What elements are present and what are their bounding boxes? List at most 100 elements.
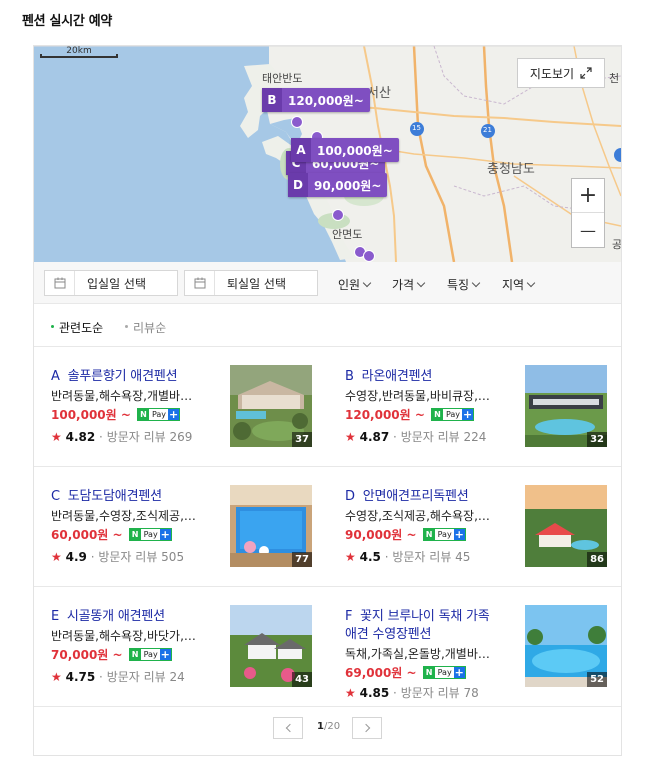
prev-page-button[interactable] bbox=[273, 717, 303, 739]
calendar-icon bbox=[185, 271, 215, 295]
listing-thumbnail[interactable]: 77 bbox=[230, 485, 312, 567]
map-scale: 20km bbox=[40, 46, 118, 58]
listing-price-line: 90,000원 ~ N Pay + bbox=[345, 526, 466, 543]
separator: · bbox=[393, 430, 397, 444]
chevron-down-icon bbox=[471, 278, 481, 287]
npay-plus-badge: N Pay + bbox=[128, 528, 172, 541]
listing-item[interactable]: B 라온애견펜션 수영장,반려동물,바비큐장,… 120,000원 ~ N Pay… bbox=[345, 348, 625, 467]
npay-pay: Pay bbox=[143, 650, 158, 659]
map[interactable]: 20km 태안반도 서산 충청남도 안면도 천 공 태 15 21 B 120,… bbox=[34, 46, 621, 262]
listing-thumbnail[interactable]: 43 bbox=[230, 605, 312, 687]
listing-name[interactable]: E 시골똥개 애견펜션 bbox=[51, 605, 165, 624]
road-21-label: 21 bbox=[483, 126, 492, 134]
star-icon: ★ bbox=[345, 686, 356, 700]
map-marker-dot[interactable] bbox=[332, 209, 344, 221]
map-view-button[interactable]: 지도보기 bbox=[517, 58, 605, 88]
map-pin-a[interactable]: A 100,000원~ bbox=[291, 138, 399, 162]
listing-name-text: 도담도담애견펜션 bbox=[67, 489, 162, 504]
listing-letter: E bbox=[51, 609, 60, 624]
npay-plus: + bbox=[159, 648, 171, 661]
review-count: 방문자 리뷰 24 bbox=[106, 670, 185, 684]
star-icon: ★ bbox=[345, 430, 356, 444]
listing-price: 60,000원 ~ bbox=[51, 528, 123, 542]
listing-desc: 반려동물,수영장,조식제공,… bbox=[51, 509, 196, 523]
price-filter[interactable]: 가격 bbox=[392, 276, 426, 293]
people-filter[interactable]: 인원 bbox=[338, 276, 372, 293]
map-pin-letter: D bbox=[288, 173, 308, 197]
npay-plus-badge: N Pay + bbox=[422, 528, 466, 541]
npay-plus-badge: N Pay + bbox=[422, 666, 466, 679]
price-filter-label: 가격 bbox=[392, 278, 415, 292]
map-pin-d[interactable]: D 90,000원~ bbox=[288, 173, 388, 197]
listing-letter: A bbox=[51, 369, 60, 384]
people-filter-label: 인원 bbox=[338, 278, 361, 292]
listing-letter: F bbox=[345, 609, 353, 624]
map-label-taean: 태안반도 bbox=[262, 72, 303, 85]
chevron-down-icon bbox=[362, 278, 372, 287]
review-count: 방문자 리뷰 45 bbox=[392, 550, 471, 564]
feature-filter[interactable]: 특징 bbox=[447, 276, 481, 293]
npay-n: N bbox=[423, 667, 435, 678]
checkin-date-selector[interactable]: 입실일 선택 bbox=[44, 270, 178, 296]
npay-pay: Pay bbox=[437, 530, 452, 539]
star-icon: ★ bbox=[51, 670, 62, 684]
rating-score: 4.85 bbox=[359, 686, 390, 700]
chevron-down-icon bbox=[416, 278, 426, 287]
listing-price-line: 120,000원 ~ N Pay + bbox=[345, 406, 475, 423]
listing-rating: ★ 4.87 · 방문자 리뷰 224 bbox=[345, 428, 486, 445]
npay-n: N bbox=[129, 529, 141, 540]
listing-item[interactable]: A 솔푸른향기 애견펜션 반려동물,해수욕장,개별바… 100,000원 ~ N… bbox=[51, 348, 331, 467]
listing-desc: 수영장,조식제공,해수욕장,… bbox=[345, 509, 490, 523]
listing-name-line2[interactable]: 애견 수영장펜션 bbox=[345, 623, 431, 642]
npay-plus: + bbox=[453, 528, 465, 541]
map-marker-dot[interactable] bbox=[291, 116, 303, 128]
map-label-anmyeon: 안면도 bbox=[332, 228, 363, 241]
listing-item[interactable]: D 안면애견프리독펜션 수영장,조식제공,해수욕장,… 90,000원 ~ NP… bbox=[345, 468, 625, 587]
map-pin-letter: B bbox=[262, 88, 282, 112]
listing-name[interactable]: B 라온애견펜션 bbox=[345, 365, 432, 384]
sort-reviews[interactable]: 리뷰순 bbox=[125, 319, 166, 336]
checkout-date-selector[interactable]: 퇴실일 선택 bbox=[184, 270, 318, 296]
listing-item[interactable]: E 시골똥개 애견펜션 반려동물,해수욕장,바닷가,… 70,000원 ~ NP… bbox=[51, 588, 331, 707]
listing-name-text: 라온애견펜션 bbox=[361, 369, 433, 384]
region-filter-label: 지역 bbox=[502, 278, 525, 292]
listing-name[interactable]: F 꽃지 브루나이 독채 가족 bbox=[345, 605, 490, 624]
npay-pay: Pay bbox=[445, 410, 461, 419]
listing-letter: B bbox=[345, 369, 354, 384]
npay-plus: + bbox=[159, 528, 171, 541]
chevron-left-icon bbox=[285, 723, 294, 733]
npay-plus-badge: N Pay + bbox=[136, 408, 181, 421]
listing-item[interactable]: F 꽃지 브루나이 독채 가족 애견 수영장펜션 독채,가족실,온돌방,개별바…… bbox=[345, 588, 625, 707]
map-pin-b[interactable]: B 120,000원~ bbox=[262, 88, 370, 112]
listing-price: 70,000원 ~ bbox=[51, 648, 123, 662]
listing-thumbnail[interactable]: 32 bbox=[525, 365, 607, 447]
separator: · bbox=[90, 550, 95, 564]
listing-desc: 독채,가족실,온돌방,개별바… bbox=[345, 647, 490, 661]
page-indicator: 1/20 bbox=[317, 721, 340, 732]
next-page-button[interactable] bbox=[352, 717, 382, 739]
listing-letter: D bbox=[345, 489, 355, 504]
listing-item[interactable]: C 도담도담애견펜션 반려동물,수영장,조식제공,… 60,000원 ~ N Pa… bbox=[51, 468, 331, 587]
listing-name[interactable]: C 도담도담애견펜션 bbox=[51, 485, 162, 504]
listing-rating: ★ 4.82 · 방문자 리뷰 269 bbox=[51, 428, 192, 445]
listing-thumbnail[interactable]: 52 bbox=[525, 605, 607, 687]
listing-name[interactable]: D 안면애견프리독펜션 bbox=[345, 485, 469, 504]
rating-score: 4.5 bbox=[359, 550, 381, 564]
listing-thumbnail[interactable]: 86 bbox=[525, 485, 607, 567]
map-marker-dot[interactable] bbox=[363, 250, 375, 262]
listing-thumbnail[interactable]: 37 bbox=[230, 365, 312, 447]
map-label-gong: 공 bbox=[612, 238, 621, 251]
listing-rating: ★ 4.5 · 방문자 리뷰 45 bbox=[345, 548, 470, 565]
region-filter[interactable]: 지역 bbox=[502, 276, 536, 293]
npay-n: N bbox=[129, 649, 141, 660]
listing-rating: ★ 4.85 · 방문자 리뷰 78 bbox=[345, 684, 479, 701]
zoom-out-button[interactable]: — bbox=[572, 213, 604, 247]
zoom-in-button[interactable]: + bbox=[572, 179, 604, 213]
listing-price-line: 60,000원 ~ N Pay + bbox=[51, 526, 172, 543]
listing-name[interactable]: A 솔푸른향기 애견펜션 bbox=[51, 365, 178, 384]
chevron-down-icon bbox=[526, 278, 536, 287]
sort-relevance[interactable]: 관련도순 bbox=[51, 319, 103, 336]
listing-desc: 반려동물,해수욕장,개별바… bbox=[51, 389, 193, 403]
npay-n: N bbox=[423, 529, 435, 540]
review-count: 방문자 리뷰 505 bbox=[98, 550, 185, 564]
